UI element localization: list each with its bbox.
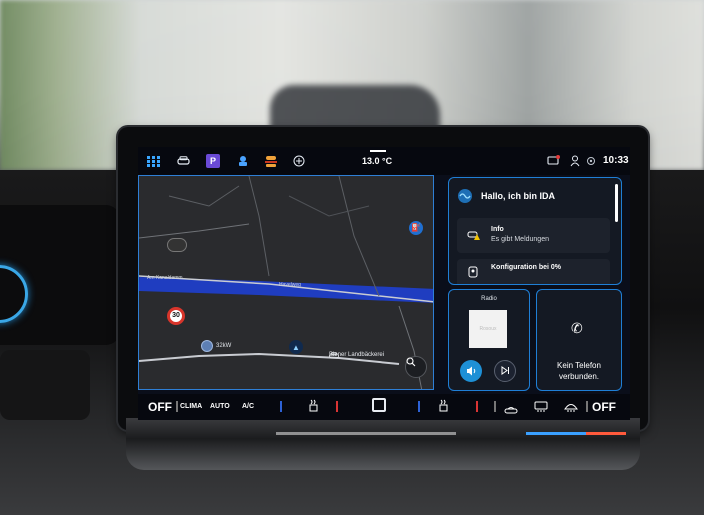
street-label: Am Kanaldamm [147, 275, 183, 281]
instrument-cluster [0, 205, 120, 345]
radio-title: Radio [481, 296, 497, 302]
configuration-icon [467, 265, 479, 283]
divider [494, 401, 496, 412]
seat-comfort-icon[interactable] [236, 154, 250, 168]
map-search-button[interactable] [405, 356, 427, 378]
front-defrost-icon[interactable] [564, 400, 578, 418]
volume-button[interactable] [460, 360, 482, 382]
temp-right-scale[interactable] [418, 401, 420, 412]
phone-icon: ✆ [571, 320, 583, 336]
clima-button[interactable]: CLIMA [180, 403, 202, 410]
info-warning-icon [467, 228, 481, 246]
ac-button[interactable]: A/C [242, 403, 254, 410]
ida-card-title: Info [491, 226, 504, 233]
ida-card-configuration[interactable]: Konfiguration bei 0% [457, 259, 610, 284]
status-bar: P 13.0 °C 10:33 [138, 147, 630, 175]
phone-status: Kein Telefon verbunden. [557, 361, 601, 381]
ida-assistant-panel[interactable]: Hallo, ich bin IDA Info Es gibt Meldunge… [448, 177, 622, 285]
parking-icon[interactable]: P [206, 154, 220, 168]
charging-dot-icon [201, 340, 213, 352]
divider [586, 401, 588, 412]
apps-grid-icon[interactable] [146, 154, 160, 168]
auto-button[interactable]: AUTO [210, 403, 230, 410]
user-icon[interactable] [568, 154, 582, 168]
charging-point[interactable]: 32kW [201, 340, 231, 352]
home-button[interactable] [372, 398, 386, 412]
message-icon[interactable] [546, 154, 560, 168]
phone-panel[interactable]: ✆ Kein Telefon verbunden. [536, 289, 622, 391]
ida-card-subtitle: Es gibt Meldungen [491, 236, 549, 243]
radio-panel[interactable]: Radio Rosoux [448, 289, 530, 391]
infotainment-screen: P 13.0 °C 10:33 ⛽ Am Kanaldamm Havelweg … [138, 147, 630, 420]
climate-off-right-button[interactable]: OFF [592, 400, 616, 414]
radio-cover-art: Rosoux [469, 310, 507, 348]
ida-header: Hallo, ich bin IDA [457, 188, 555, 204]
outside-temperature: 13.0 °C [362, 156, 393, 166]
divider [176, 401, 178, 412]
charging-power: 32kW [216, 343, 232, 349]
ida-card-title: Konfiguration bei 0% [491, 264, 561, 271]
climate-off-left-button[interactable]: OFF [148, 400, 172, 414]
recirculation-icon[interactable] [504, 402, 518, 420]
temp-left-marker[interactable] [336, 401, 338, 412]
ida-wave-icon [458, 189, 472, 203]
slider-glow-red [586, 432, 626, 435]
seat-heat-left-icon[interactable] [308, 399, 320, 418]
temp-right-marker[interactable] [476, 401, 478, 412]
next-station-button[interactable] [494, 360, 516, 382]
rear-defrost-icon[interactable] [534, 400, 548, 418]
cluster-ring [0, 265, 28, 323]
speed-limit-sign: 30 [167, 307, 185, 325]
ida-greeting: Hallo, ich bin IDA [481, 191, 556, 201]
charging-station-icon[interactable]: ⛽ [409, 221, 423, 235]
climate-bar: OFF CLIMA AUTO A/C OFF [138, 394, 630, 420]
car-icon[interactable] [176, 154, 190, 168]
scrollbar[interactable] [615, 184, 618, 222]
street-label: Havelweg [279, 282, 301, 288]
vehicle-marker[interactable] [167, 238, 187, 252]
seat-heat-right-icon[interactable] [438, 399, 450, 418]
temperature-handle[interactable] [370, 150, 386, 152]
car-poi-icon [329, 352, 339, 359]
temp-left-scale[interactable] [280, 401, 282, 412]
poi-marker[interactable]: Biener Landbäckerei [329, 352, 384, 359]
slider-glow [276, 432, 456, 435]
navigation-map[interactable]: ⛽ Am Kanaldamm Havelweg 30 32kW ▲ Biener… [138, 175, 434, 390]
add-icon[interactable] [292, 154, 306, 168]
slider-glow-blue [526, 432, 586, 435]
speaker-icon [466, 366, 475, 376]
skip-next-icon [501, 366, 509, 375]
gear-selector [0, 350, 90, 420]
food-icon[interactable] [264, 154, 278, 168]
screen-stand [126, 418, 640, 470]
settings-icon[interactable] [584, 154, 598, 168]
clock: 10:33 [603, 155, 629, 166]
search-icon [406, 357, 416, 367]
position-arrow-icon: ▲ [289, 340, 303, 354]
ida-card-info[interactable]: Info Es gibt Meldungen [457, 218, 610, 253]
